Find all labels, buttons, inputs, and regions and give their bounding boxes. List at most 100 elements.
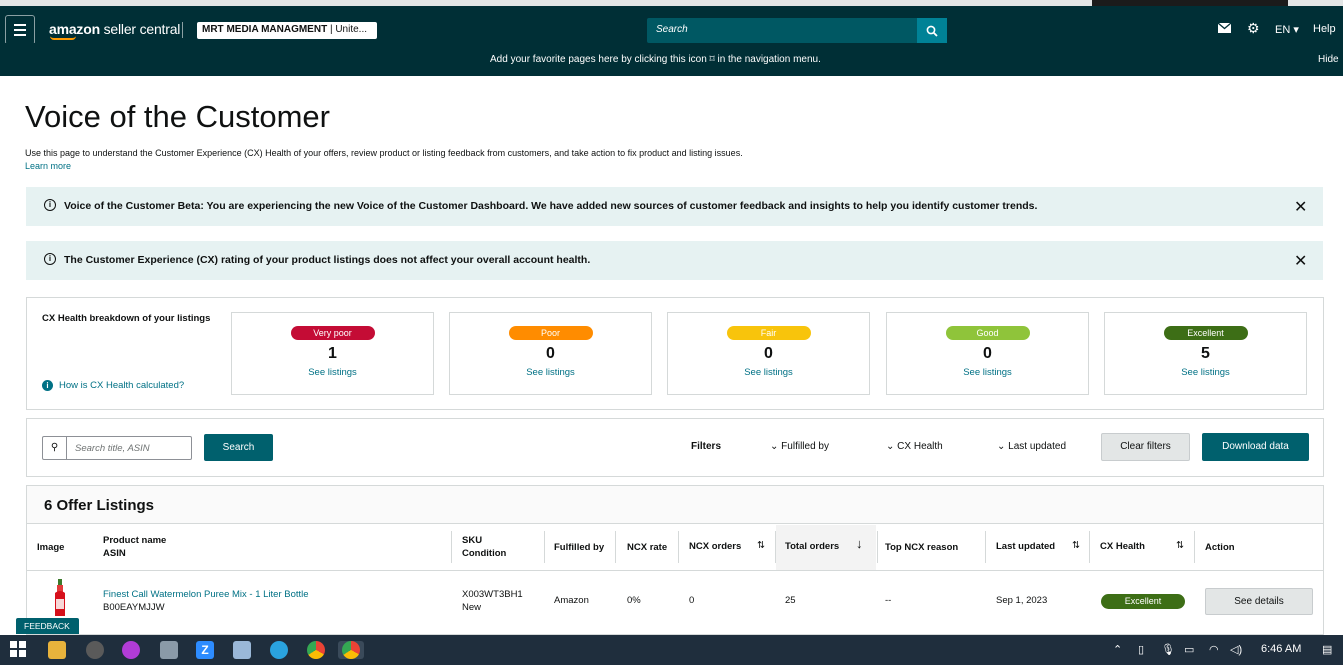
search-button[interactable]: Search bbox=[204, 434, 273, 461]
clear-filters-button[interactable]: Clear filters bbox=[1101, 433, 1190, 461]
how-cx-health-link[interactable]: i How is CX Health calculated? bbox=[42, 380, 184, 391]
clock[interactable]: 6:46 AM bbox=[1261, 643, 1301, 655]
store-name: MRT MEDIA MANAGMENT bbox=[202, 24, 328, 35]
hide-favorites-button[interactable]: Hide bbox=[1318, 54, 1339, 65]
wifi-icon[interactable]: ◠ bbox=[1209, 643, 1219, 656]
help-link[interactable]: Help bbox=[1313, 23, 1336, 35]
browser-app-icon[interactable] bbox=[122, 641, 140, 659]
notepad-icon[interactable] bbox=[233, 641, 251, 659]
pill-excellent: Excellent bbox=[1163, 326, 1248, 340]
product-condition: New bbox=[462, 602, 482, 613]
see-listings-poor[interactable]: See listings bbox=[450, 367, 651, 378]
feedback-tab[interactable]: FEEDBACK ✕ bbox=[16, 618, 79, 647]
col-top-ncx-reason: Top NCX reason bbox=[885, 542, 959, 553]
cx-health-badge: Excellent bbox=[1101, 594, 1185, 609]
col-ncx-rate: NCX rate bbox=[627, 542, 668, 553]
see-listings-very-poor[interactable]: See listings bbox=[232, 367, 433, 378]
chrome-active-icon[interactable] bbox=[338, 641, 364, 659]
speaker-icon[interactable]: ◁) bbox=[1230, 643, 1242, 656]
chrome-icon[interactable] bbox=[307, 641, 325, 659]
card-good: Good 0 See listings bbox=[886, 312, 1089, 395]
top-navigation-bar: amazon seller central MRT MEDIA MANAGMEN… bbox=[0, 6, 1343, 45]
seller-central-logo[interactable]: amazon seller central bbox=[49, 21, 180, 40]
product-name-link[interactable]: Finest Call Watermelon Puree Mix - 1 Lit… bbox=[103, 588, 309, 601]
calculator-icon[interactable] bbox=[160, 641, 178, 659]
fulfilled-by-filter[interactable]: ⌄ Fulfilled by bbox=[770, 441, 829, 452]
windows-start-icon[interactable] bbox=[10, 641, 28, 659]
page-title: Voice of the Customer bbox=[25, 99, 330, 134]
search-icon: ⚲ bbox=[43, 437, 67, 459]
sort-icon[interactable]: ⇅ bbox=[757, 539, 765, 552]
notification-icon[interactable]: ▤ bbox=[1322, 643, 1332, 656]
column-divider bbox=[877, 531, 878, 563]
chevron-down-icon: ⌄ bbox=[886, 441, 895, 452]
col-ncx-orders[interactable]: NCX orders bbox=[689, 540, 741, 553]
product-top-ncx-reason: -- bbox=[885, 595, 892, 606]
file-explorer-icon[interactable] bbox=[48, 641, 66, 659]
col-cx-health[interactable]: CX Health bbox=[1100, 540, 1145, 553]
col-product-name[interactable]: Product name ASIN bbox=[103, 534, 166, 560]
column-divider bbox=[1194, 531, 1195, 563]
info-icon: i bbox=[42, 380, 53, 391]
pill-good: Good bbox=[945, 326, 1030, 340]
beta-banner-text: Voice of the Customer Beta: You are expe… bbox=[64, 200, 1038, 212]
last-updated-filter[interactable]: ⌄ Last updated bbox=[997, 441, 1066, 452]
product-image[interactable] bbox=[53, 579, 67, 617]
card-fair: Fair 0 See listings bbox=[667, 312, 870, 395]
filters-label: Filters bbox=[691, 441, 722, 452]
search-icon[interactable] bbox=[917, 18, 947, 43]
col-last-updated[interactable]: Last updated bbox=[996, 540, 1055, 553]
menu-icon[interactable] bbox=[5, 15, 35, 45]
app-icon[interactable] bbox=[86, 641, 104, 659]
see-listings-excellent[interactable]: See listings bbox=[1105, 367, 1306, 378]
cx-health-filter[interactable]: ⌄ CX Health bbox=[886, 441, 943, 452]
col-condition-label: Condition bbox=[462, 548, 507, 559]
count-poor: 0 bbox=[546, 345, 555, 362]
close-icon[interactable]: ✕ bbox=[1294, 251, 1307, 271]
listing-search-input[interactable]: ⚲ Search title, ASIN bbox=[42, 436, 192, 460]
see-details-button[interactable]: See details bbox=[1205, 588, 1313, 615]
col-action: Action bbox=[1205, 542, 1235, 553]
see-listings-good[interactable]: See listings bbox=[887, 367, 1088, 378]
learn-more-link[interactable]: Learn more bbox=[25, 161, 71, 171]
column-divider bbox=[544, 531, 545, 563]
download-data-button[interactable]: Download data bbox=[1202, 433, 1309, 461]
zoom-icon[interactable]: Z bbox=[196, 641, 214, 659]
telegram-icon[interactable] bbox=[270, 641, 288, 659]
battery-icon[interactable]: ▭ bbox=[1184, 643, 1194, 656]
col-sku[interactable]: SKU Condition bbox=[462, 534, 506, 560]
language-selector[interactable]: EN ▾ bbox=[1275, 23, 1299, 36]
device-icon[interactable]: ▯ bbox=[1138, 643, 1144, 656]
logo-divider bbox=[182, 22, 183, 38]
favorites-bar: Add your favorite pages here by clicking… bbox=[0, 43, 1343, 76]
gear-icon[interactable]: ⚙ bbox=[1247, 20, 1260, 37]
product-ncx-orders: 0 bbox=[689, 595, 695, 606]
sort-icon[interactable]: ⇅ bbox=[1176, 539, 1184, 552]
global-search-placeholder: Search bbox=[656, 24, 688, 35]
product-last-updated: Sep 1, 2023 bbox=[996, 595, 1048, 606]
store-region: | Unite... bbox=[327, 24, 368, 35]
sort-descending-icon[interactable]: ↓ bbox=[856, 537, 863, 550]
global-search[interactable]: Search bbox=[647, 18, 947, 43]
windows-taskbar: Z ⌃ ▯ 🎙 ▭ ◠ ◁) 6:46 AM ▤ bbox=[0, 635, 1343, 665]
how-cx-health-label: How is CX Health calculated? bbox=[59, 380, 185, 391]
store-selector[interactable]: MRT MEDIA MANAGMENT | Unite... bbox=[197, 22, 377, 39]
count-good: 0 bbox=[983, 345, 992, 362]
microphone-icon[interactable]: 🎙 bbox=[1161, 643, 1175, 656]
column-divider bbox=[615, 531, 616, 563]
logo-main-text: amazon bbox=[49, 21, 100, 37]
col-total-orders[interactable]: Total orders bbox=[785, 540, 839, 553]
pill-fair: Fair bbox=[726, 326, 811, 340]
listing-search-placeholder: Search title, ASIN bbox=[75, 443, 150, 454]
chevron-down-icon: ⌄ bbox=[770, 441, 779, 452]
close-icon[interactable]: ✕ bbox=[1294, 197, 1307, 217]
offer-listings-table: 6 Offer Listings Image Product name ASIN … bbox=[26, 485, 1324, 635]
chevron-up-icon[interactable]: ⌃ bbox=[1113, 643, 1122, 656]
mail-icon[interactable] bbox=[1217, 22, 1232, 36]
col-image: Image bbox=[37, 542, 65, 553]
col-asin-label: ASIN bbox=[103, 548, 126, 559]
see-listings-fair[interactable]: See listings bbox=[668, 367, 869, 378]
favorites-message: Add your favorite pages here by clicking… bbox=[490, 54, 821, 65]
product-total-orders: 25 bbox=[785, 595, 796, 606]
sort-icon[interactable]: ⇅ bbox=[1072, 539, 1080, 552]
